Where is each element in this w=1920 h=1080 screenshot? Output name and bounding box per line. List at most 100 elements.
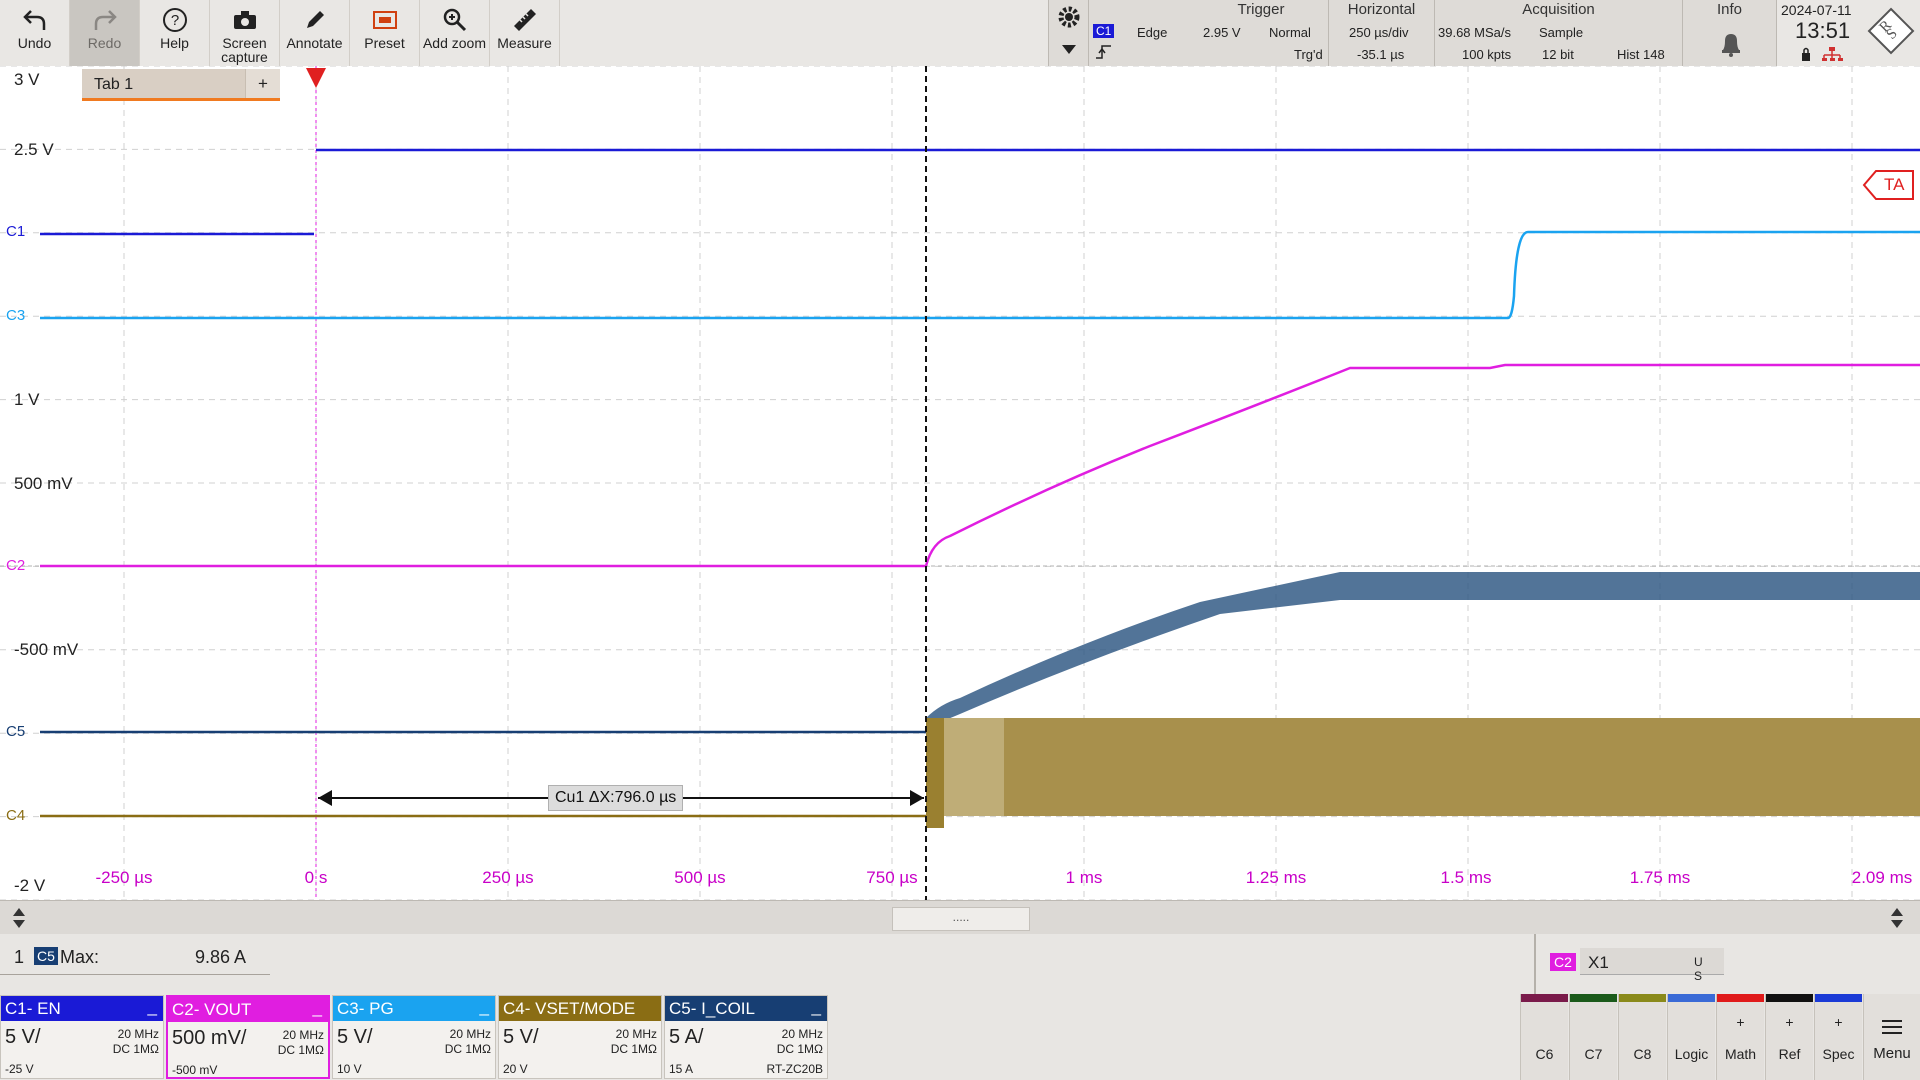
c5-icoil-trace-band xyxy=(926,572,1920,730)
date-label: 2024-07-11 xyxy=(1781,2,1852,18)
channel-7-button[interactable]: C7 xyxy=(1569,994,1617,1080)
screen-capture-label: Screen capture xyxy=(221,35,268,65)
menu-button[interactable]: Menu xyxy=(1863,994,1920,1080)
xy-channel-badge: C2 xyxy=(1550,953,1576,971)
channel-2-box[interactable]: C2- VOUT _ 500 mV/ 20 MHz DC 1MΩ -500 mV xyxy=(166,995,330,1079)
redo-button[interactable]: Redo xyxy=(70,0,140,66)
time-label: 13:51 xyxy=(1795,18,1851,43)
measure-button[interactable]: Measure xyxy=(490,0,560,66)
chevron-down-icon xyxy=(1061,42,1077,60)
help-button[interactable]: ? Help xyxy=(140,0,210,66)
settings-button[interactable] xyxy=(1048,0,1089,66)
x-tick: 2.09 ms xyxy=(1851,868,1913,887)
undo-label: Undo xyxy=(17,35,52,51)
channel-1-bandwidth: 20 MHz xyxy=(117,1027,159,1041)
channel-5-scale: 5 A/ xyxy=(669,1026,704,1048)
horizontal-scrollbar[interactable]: ..... xyxy=(0,900,1920,935)
menu-label: Menu xyxy=(1873,1045,1911,1062)
sample-rate: 39.68 MSa/s xyxy=(1438,25,1511,40)
ruler-icon xyxy=(511,4,539,36)
add-zoom-button[interactable]: Add zoom xyxy=(420,0,490,66)
add-tab-button[interactable]: + xyxy=(245,69,280,98)
zoom-icon xyxy=(441,4,469,36)
channel-1-box[interactable]: C1- EN _ 5 V/ 20 MHz DC 1MΩ -25 V xyxy=(0,995,164,1079)
channel-2-title-bar: C2- VOUT _ xyxy=(168,997,328,1022)
x-tick: 1 ms xyxy=(1065,868,1103,887)
scroll-left-icon[interactable] xyxy=(12,907,26,934)
scroll-right-icon[interactable] xyxy=(1890,907,1904,934)
network-icon xyxy=(1821,46,1843,67)
channel-4-coupling: DC 1MΩ xyxy=(610,1042,657,1056)
channel-2-coupling: DC 1MΩ xyxy=(277,1043,324,1057)
annotate-button[interactable]: Annotate xyxy=(280,0,350,66)
undo-button[interactable]: Undo xyxy=(0,0,70,66)
ref-button[interactable]: + Ref xyxy=(1765,994,1813,1080)
c1-marker[interactable]: C1 xyxy=(6,223,25,240)
record-length: 100 kpts xyxy=(1462,47,1512,62)
trigger-mode: Normal xyxy=(1269,25,1311,40)
measurement-index: 1 xyxy=(14,947,25,967)
channel-2-title: C2- VOUT xyxy=(172,1000,252,1019)
spec-button[interactable]: + Spec xyxy=(1814,994,1862,1080)
acquisition-panel[interactable]: Acquisition 39.68 MSa/s Sample 100 kpts … xyxy=(1434,0,1682,66)
acquisition-mode: Sample xyxy=(1539,25,1584,40)
c4-marker[interactable]: C4 xyxy=(6,807,25,824)
cursor-readout[interactable]: Cu1 ΔX:796.0 µs xyxy=(548,785,684,811)
c5-marker[interactable]: C5 xyxy=(6,723,25,740)
x-tick: 1.5 ms xyxy=(1440,868,1492,887)
math-button[interactable]: + Math xyxy=(1716,994,1764,1080)
plus-icon: + xyxy=(1834,1014,1843,1030)
channel-3-title-bar: C3- PG _ xyxy=(333,996,495,1021)
channel-5-box[interactable]: C5- I_COIL _ 5 A/ 20 MHz DC 1MΩ 15 A RT-ZC… xyxy=(664,995,828,1079)
tab-1[interactable]: Tab 1 + xyxy=(82,69,280,101)
x-tick: 750 µs xyxy=(866,868,918,887)
scroll-thumb[interactable]: ..... xyxy=(892,907,1030,931)
trigger-level-marker[interactable]: TA xyxy=(1862,169,1914,201)
channel-3-box[interactable]: C3- PG _ 5 V/ 20 MHz DC 1MΩ 10 V xyxy=(332,995,496,1079)
channel-8-label: C8 xyxy=(1633,1046,1652,1062)
channel-2-offset: -500 mV xyxy=(172,1063,218,1077)
logic-button[interactable]: Logic xyxy=(1667,994,1715,1080)
edge-rising-icon xyxy=(1095,44,1113,63)
x-tick: 1.25 ms xyxy=(1245,868,1307,887)
channel-4-offset: 20 V xyxy=(503,1062,528,1076)
screen-capture-button[interactable]: Screen capture xyxy=(210,0,280,66)
channel-5-probe: RT-ZC20B xyxy=(766,1062,823,1076)
c3-marker[interactable]: C3 xyxy=(6,307,25,324)
measurement-row[interactable]: 1 C5 Max: 9.86 A xyxy=(0,944,270,975)
c2-vout-trace xyxy=(40,363,1920,568)
channel-5-title-bar: C5- I_COIL _ xyxy=(665,996,827,1021)
channel-6-button[interactable]: C6 xyxy=(1520,994,1568,1080)
channel-5-bandwidth: 20 MHz xyxy=(781,1027,823,1041)
waveform-plot[interactable] xyxy=(0,66,1920,900)
c2-marker[interactable]: C2 xyxy=(6,557,25,574)
channel-4-title: C4- VSET/MODE xyxy=(503,999,636,1018)
xy-label: X1 xyxy=(1588,953,1609,972)
channel-1-title-bar: C1- EN _ xyxy=(1,996,163,1021)
x-tick: -250 µs xyxy=(95,868,153,887)
clock-panel: 2024-07-11 13:51 xyxy=(1776,0,1861,66)
hamburger-icon xyxy=(1882,1020,1902,1037)
info-panel[interactable]: Info xyxy=(1682,0,1776,66)
trigger-source-badge: C1 xyxy=(1093,24,1115,38)
ref-label: Ref xyxy=(1778,1046,1801,1062)
c4-vset-trace-band xyxy=(944,718,1920,816)
add-zoom-label: Add zoom xyxy=(422,35,487,51)
plus-icon: + xyxy=(1736,1014,1745,1030)
spec-label: Spec xyxy=(1822,1046,1855,1062)
preset-button[interactable]: Preset xyxy=(350,0,420,66)
horizontal-panel[interactable]: Horizontal 250 µs/div -35.1 µs xyxy=(1328,0,1434,66)
channel-4-box[interactable]: C4- VSET/MODE 5 V/ 20 MHz DC 1MΩ 20 V xyxy=(498,995,662,1079)
channel-8-button[interactable]: C8 xyxy=(1618,994,1666,1080)
cursor-xy-row[interactable]: C2 X1 U S xyxy=(1534,934,1724,994)
horizontal-scale: 250 µs/div xyxy=(1349,25,1409,40)
tab-1-label: Tab 1 xyxy=(94,76,134,93)
waveform-display[interactable]: Tab 1 + 3 V 2.5 V 1 V 500 mV -500 mV -2 … xyxy=(0,66,1920,900)
level-label-3v: 3 V xyxy=(14,70,40,89)
level-label-2-5v: 2.5 V xyxy=(14,140,54,159)
info-header: Info xyxy=(1716,1,1743,18)
undo-icon xyxy=(22,4,48,36)
c4-vset-trace-edge xyxy=(926,718,944,828)
resolution: 12 bit xyxy=(1542,47,1574,62)
preset-label: Preset xyxy=(364,35,405,51)
